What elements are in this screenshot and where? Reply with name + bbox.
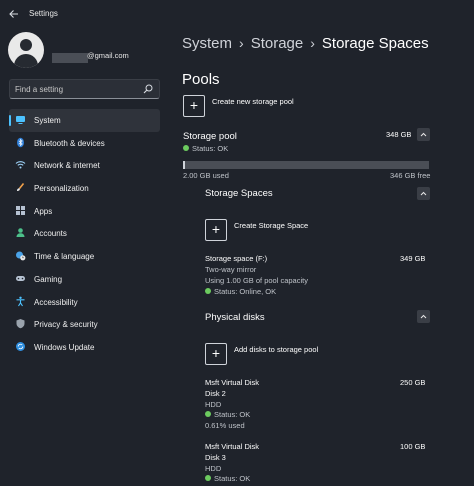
sidebar-item-personalization[interactable]: Personalization <box>9 177 160 200</box>
wifi-icon <box>15 159 26 170</box>
status-ok-icon <box>183 145 189 151</box>
physical-disks-collapse-button[interactable] <box>417 310 430 323</box>
storage-spaces-collapse-button[interactable] <box>417 187 430 200</box>
sidebar-item-apps[interactable]: Apps <box>9 200 160 223</box>
disk-status: Status: OK <box>205 474 250 483</box>
sidebar-item-gaming[interactable]: Gaming <box>9 268 160 291</box>
sidebar-item-label: Bluetooth & devices <box>34 138 105 148</box>
gamepad-icon <box>15 273 26 284</box>
email-redaction <box>52 53 88 63</box>
back-arrow-icon[interactable] <box>8 8 20 20</box>
shield-icon <box>15 318 26 329</box>
sidebar-item-network[interactable]: Network & internet <box>9 154 160 177</box>
apps-grid-icon <box>15 205 26 216</box>
title-bar: Settings <box>0 0 474 28</box>
status-ok-icon <box>205 288 211 294</box>
disk-number: Disk 3 <box>205 453 226 462</box>
storage-spaces-heading: Storage Spaces <box>205 188 273 199</box>
create-storage-space-button[interactable]: + <box>205 219 227 241</box>
pool-collapse-button[interactable] <box>417 128 430 141</box>
chevron-up-icon <box>420 191 427 196</box>
breadcrumb-storage[interactable]: Storage <box>251 35 304 52</box>
accessibility-icon <box>15 296 26 307</box>
sidebar-item-label: Windows Update <box>34 342 95 352</box>
create-pool-label[interactable]: Create new storage pool <box>212 97 294 106</box>
sidebar-item-label: Personalization <box>34 184 89 194</box>
search-icon[interactable] <box>142 83 154 95</box>
storage-space-usage: Using 1.00 GB of pool capacity <box>205 276 308 285</box>
physical-disks-heading: Physical disks <box>205 312 265 323</box>
sidebar-item-privacy-security[interactable]: Privacy & security <box>9 313 160 336</box>
create-storage-space-label[interactable]: Create Storage Space <box>234 221 308 230</box>
sidebar-item-label: Privacy & security <box>34 320 98 330</box>
sidebar-item-time-language[interactable]: Time & language <box>9 245 160 268</box>
disk-size: 250 GB <box>400 378 426 387</box>
disk-number: Disk 2 <box>205 389 226 398</box>
bluetooth-icon <box>15 137 26 148</box>
pool-free: 346 GB free <box>390 171 431 180</box>
disk-name[interactable]: Msft Virtual Disk <box>205 442 259 451</box>
disk-type: HDD <box>205 464 222 473</box>
user-email: @gmail.com <box>87 51 129 60</box>
add-disks-label[interactable]: Add disks to storage pool <box>234 345 318 354</box>
avatar[interactable] <box>8 32 44 68</box>
monitor-icon <box>15 114 26 125</box>
breadcrumb-separator: › <box>239 35 244 51</box>
update-icon <box>15 341 26 352</box>
pool-name: Storage pool <box>183 131 237 142</box>
breadcrumb-system[interactable]: System <box>182 35 232 52</box>
main-content: System › Storage › Storage Spaces Pools + Cr… <box>172 28 474 486</box>
pool-size: 348 GB <box>386 130 412 139</box>
sidebar-item-label: Accounts <box>34 229 67 239</box>
sidebar-item-label: Time & language <box>34 252 95 262</box>
pool-used: 2.00 GB used <box>183 171 229 180</box>
nav-list: System Bluetooth & devices Network & int… <box>0 109 172 359</box>
sidebar-item-label: System <box>34 116 61 125</box>
settings-window: Settings @gmail.com System <box>0 0 474 486</box>
sidebar-item-label: Gaming <box>34 274 63 284</box>
chevron-up-icon <box>420 314 427 319</box>
sidebar-item-windows-update[interactable]: Windows Update <box>9 336 160 359</box>
sidebar-item-system[interactable]: System <box>9 109 160 132</box>
chevron-up-icon <box>420 132 427 137</box>
disk-type: HDD <box>205 400 222 409</box>
status-ok-icon <box>205 411 211 417</box>
pool-status: Status: OK <box>183 144 228 153</box>
breadcrumb-separator: › <box>310 35 315 51</box>
storage-space-resiliency: Two-way mirror <box>205 265 257 274</box>
search-input[interactable] <box>15 83 135 95</box>
sidebar-item-accounts[interactable]: Accounts <box>9 222 160 245</box>
sidebar-item-accessibility[interactable]: Accessibility <box>9 291 160 314</box>
app-title: Settings <box>29 9 58 18</box>
sidebar-item-label: Apps <box>34 206 53 216</box>
storage-space-name[interactable]: Storage space (F:) <box>205 254 267 263</box>
storage-space-size: 349 GB <box>400 254 426 263</box>
pool-usage-bar <box>183 161 429 169</box>
breadcrumb: System › Storage › Storage Spaces <box>182 35 429 52</box>
status-ok-icon <box>205 475 211 481</box>
add-disks-button[interactable]: + <box>205 343 227 365</box>
storage-space-status: Status: Online, OK <box>205 287 276 296</box>
create-pool-button[interactable]: + <box>183 95 205 117</box>
active-indicator <box>9 115 11 126</box>
brush-icon <box>15 182 26 193</box>
disk-name[interactable]: Msft Virtual Disk <box>205 378 259 387</box>
disk-size: 100 GB <box>400 442 426 451</box>
pools-heading: Pools <box>182 71 220 88</box>
sidebar-item-label: Accessibility <box>34 297 78 307</box>
sidebar: @gmail.com System Bluetooth & devices <box>0 28 172 486</box>
globe-clock-icon <box>15 250 26 261</box>
disk-status: Status: OK <box>205 410 250 419</box>
disk-used: 0.61% used <box>205 421 245 430</box>
pool-usage-fill <box>183 161 185 169</box>
person-icon <box>15 227 26 238</box>
sidebar-item-bluetooth[interactable]: Bluetooth & devices <box>9 132 160 155</box>
sidebar-item-label: Network & internet <box>34 161 100 171</box>
page-title: Storage Spaces <box>321 35 429 52</box>
search-box[interactable] <box>9 79 160 99</box>
